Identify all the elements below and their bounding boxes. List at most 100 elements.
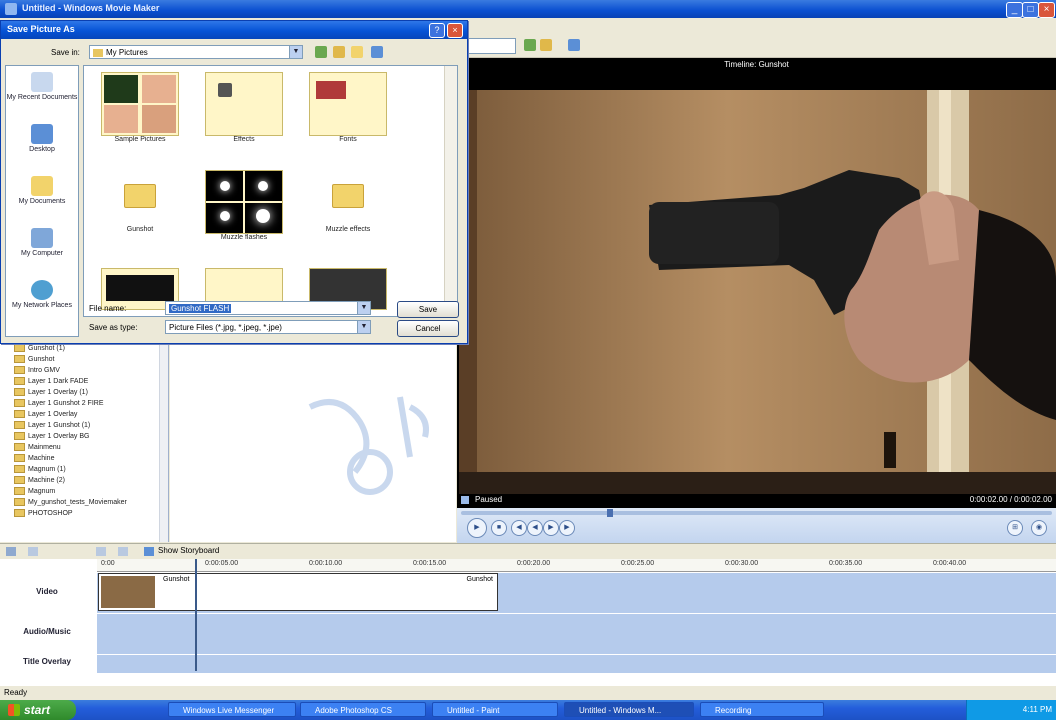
start-label: start [24,703,51,717]
save-type-dropdown[interactable]: Picture Files (*.jpg, *.jpeg, *.jpe) ▼ [165,320,371,334]
title-overlay-track-label: Title Overlay [23,657,71,666]
cancel-button[interactable]: Cancel [397,320,459,337]
collections-scrollbar[interactable] [159,342,168,542]
help-button[interactable]: ? [429,23,445,38]
audio-track-label: Audio/Music [23,627,71,636]
file-item[interactable]: Sample Pictures [100,72,180,143]
taskbar-item[interactable]: Recording [700,702,824,717]
desktop-icon [31,124,53,144]
forward-button[interactable]: ▶ [543,520,559,536]
collection-item[interactable]: Gunshot (1) [14,344,65,352]
file-item[interactable]: Gunshot [100,170,180,233]
collection-item[interactable]: Machine [14,454,54,462]
timeline-toolbar: Show Storyboard [0,543,1056,560]
views-menu-icon[interactable] [371,46,383,58]
file-item[interactable]: Muzzle effects [308,170,388,233]
timeline-ruler: 0:00 0:00:05.00 0:00:10.00 0:00:15.00 0:… [97,559,1056,572]
taskbar-item-active[interactable]: Untitled - Windows M... [564,702,694,717]
file-item[interactable]: Muzzle flashes [204,170,284,241]
save-picture-dialog: Save Picture As ? × Save in: My Pictures… [0,20,468,344]
place-my-computer[interactable]: My Computer [6,228,78,257]
collection-item[interactable]: Gunshot [14,355,54,363]
file-item[interactable]: Effects [204,72,284,143]
video-clip[interactable]: Gunshot Gunshot [98,573,498,611]
audio-track[interactable] [97,613,1056,654]
collections-tree: Gunshot (1) Gunshot Intro GMV Layer 1 Dark … [0,342,169,542]
back-button[interactable]: ◀ [527,520,543,536]
chevron-down-icon: ▼ [289,46,302,58]
play-button[interactable]: ▶ [467,518,487,538]
collection-item[interactable]: Layer 1 Gunshot (1) [14,421,90,429]
collection-item[interactable]: Layer 1 Overlay (1) [14,388,88,396]
collection-item[interactable]: My_gunshot_tests_Moviemaker [14,498,127,506]
seek-bar[interactable] [461,509,1052,517]
minimize-button[interactable]: _ [1006,2,1023,18]
zoom-icon[interactable] [6,547,16,556]
recent-documents-icon [31,72,53,92]
maximize-button[interactable]: □ [1022,2,1039,18]
seek-thumb[interactable] [607,509,613,517]
taskbar-item[interactable]: Windows Live Messenger [168,702,296,717]
title-overlay-track[interactable] [97,654,1056,673]
next-frame-button[interactable]: ▶ [559,520,575,536]
show-storyboard-button[interactable]: Show Storyboard [158,546,219,555]
ruler-tick: 0:00:20.00 [517,560,551,567]
file-label: Muzzle effects [325,226,371,233]
back-icon[interactable] [315,46,327,58]
up-folder-icon[interactable] [333,46,345,58]
taskbar-item[interactable]: Adobe Photoshop CS [300,702,426,717]
save-in-dropdown[interactable]: My Pictures ▼ [89,45,303,59]
collection-item[interactable]: Layer 1 Overlay [14,410,77,418]
place-network[interactable]: My Network Places [6,280,78,309]
toolbar-dropdown[interactable] [464,38,516,54]
new-folder-icon[interactable] [351,46,363,58]
collection-item[interactable]: Mainmenu [14,443,61,451]
ruler-tick: 0:00:30.00 [725,560,759,567]
rewind-icon[interactable] [96,547,106,556]
narrate-icon[interactable] [28,547,38,556]
file-list: Sample Pictures Effects Fonts Gunshot Mu… [83,65,458,317]
up-folder-icon[interactable] [524,39,536,51]
place-my-documents[interactable]: My Documents [6,176,78,205]
file-name-value: Gunshot FLASH [169,304,232,313]
collection-item[interactable]: Machine (2) [14,476,65,484]
previous-frame-button[interactable]: ◀ [511,520,527,536]
collection-item[interactable]: Magnum (1) [14,465,66,473]
place-desktop[interactable]: Desktop [6,124,78,153]
file-label: Fonts [339,136,357,143]
collection-item[interactable]: Layer 1 Gunshot 2 FIRE [14,399,103,407]
view-icon[interactable] [568,39,580,51]
stop-button[interactable]: ■ [491,520,507,536]
file-name-input[interactable]: Gunshot FLASH ▼ [165,301,371,315]
start-button[interactable]: start [0,700,76,720]
save-button[interactable]: Save [397,301,459,318]
clock[interactable]: 4:11 PM [1023,705,1052,714]
video-track-label: Video [36,587,58,596]
split-button[interactable]: ⊞ [1007,520,1023,536]
take-picture-button[interactable]: ◉ [1031,520,1047,536]
collection-item[interactable]: Intro GMV [14,366,60,374]
file-label: Effects [233,136,255,143]
file-label: Sample Pictures [114,136,166,143]
system-tray: 4:11 PM [966,700,1056,720]
collection-item[interactable]: Layer 1 Overlay BG [14,432,89,440]
file-item[interactable]: Fonts [308,72,388,143]
my-documents-icon [31,176,53,196]
new-folder-icon[interactable] [540,39,552,51]
dialog-close-button[interactable]: × [447,23,463,38]
place-label: My Documents [18,198,66,205]
place-recent[interactable]: My Recent Documents [6,72,78,101]
file-list-scrollbar[interactable] [444,66,457,316]
save-type-value: Picture Files (*.jpg, *.jpeg, *.jpe) [169,323,282,332]
collection-item[interactable]: Layer 1 Dark FADE [14,377,88,385]
collection-item[interactable]: PHOTOSHOP [14,509,73,517]
collection-item[interactable]: Magnum [14,487,55,495]
ruler-tick: 0:00:10.00 [309,560,343,567]
save-in-label: Save in: [51,48,80,57]
taskbar-item[interactable]: Untitled - Paint [432,702,558,717]
places-bar: My Recent Documents Desktop My Documents… [5,65,79,337]
playback-time: 0:00:02.00 / 0:00:02.00 [969,495,1052,504]
playhead[interactable] [195,559,197,671]
close-button[interactable]: × [1038,2,1055,18]
play-timeline-icon[interactable] [118,547,128,556]
